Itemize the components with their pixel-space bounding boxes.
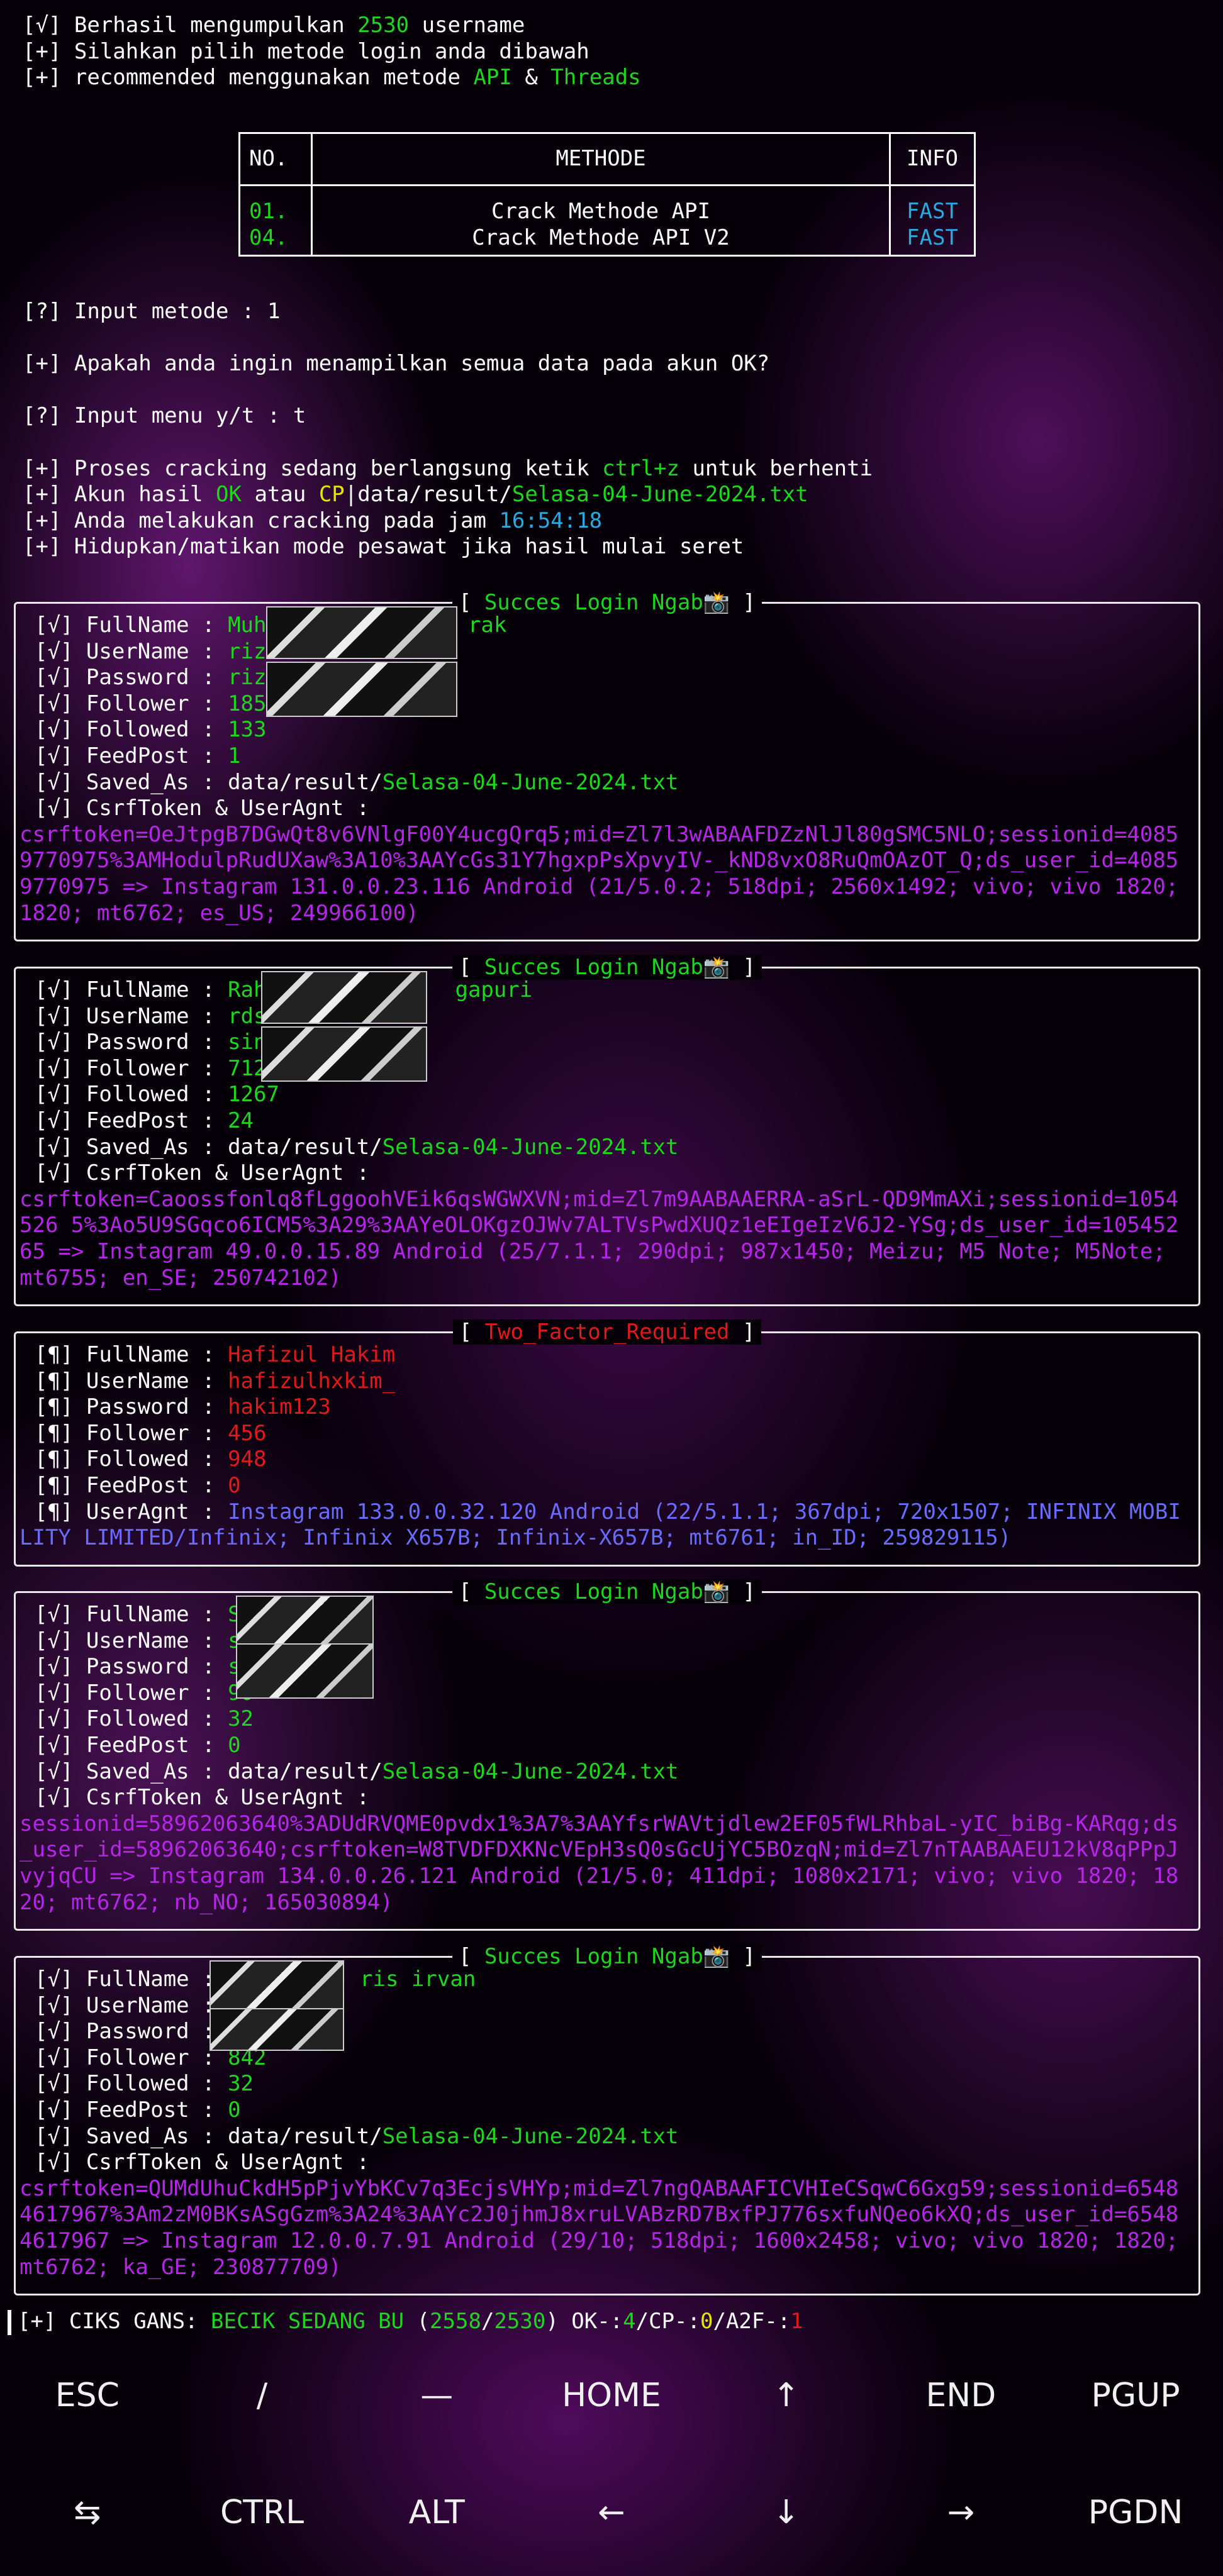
arrow-left-key[interactable]: ← bbox=[527, 2496, 696, 2528]
token-value: csrftoken=OeJtpgB7DGwQt8v6VNlgF00Y4ucgQr… bbox=[20, 821, 1179, 926]
token-label-row: [√] CsrfToken & UserAgnt : bbox=[35, 2150, 370, 2175]
panel-title: [ Two_Factor_Required ] bbox=[16, 1318, 1198, 1346]
terminal-output: [√] Berhasil mengumpulkan 2530 username … bbox=[23, 13, 1205, 91]
feedpost-row: [¶] FeedPost : 0 bbox=[35, 1472, 241, 1498]
airplane-mode-line: [+] Hidupkan/matikan mode pesawat jika h… bbox=[23, 534, 744, 560]
follower-row: [¶] Follower : 456 bbox=[35, 1420, 267, 1446]
pgdn-key[interactable]: PGDN bbox=[1051, 2496, 1220, 2528]
tab-key[interactable]: ⇆ bbox=[3, 2496, 172, 2528]
fullname-row: [√] FullName : Rah gapuri bbox=[35, 977, 533, 1002]
col-info-header: INFO bbox=[889, 132, 976, 186]
followed-row: [√] Followed : 133 bbox=[35, 717, 267, 743]
token-label-row: [√] CsrfToken & UserAgnt : bbox=[35, 796, 370, 821]
success-panel-1: [ Succes Login Ngab📸 ] [√] FullName : Mu… bbox=[14, 590, 1200, 941]
terminal-cursor bbox=[8, 2309, 11, 2335]
method-info: FAST FAST bbox=[889, 184, 976, 257]
panel-title: [ Succes Login Ngab📸 ] bbox=[16, 953, 1198, 981]
arrow-down-key[interactable]: ↓ bbox=[701, 2496, 871, 2528]
method-numbers: 01. 04. bbox=[238, 184, 313, 257]
token-value: csrftoken=QUMdUhuCkdH5pPjvYbKCv7q3EcjsVH… bbox=[20, 2175, 1179, 2280]
username-row: [√] UserName : s bbox=[35, 1628, 241, 1653]
censor-image bbox=[261, 971, 427, 1024]
method-table: NO. METHODE INFO 01. 04. Crack Methode AP… bbox=[238, 132, 976, 257]
token-value: csrftoken=Caoossfonlq8fLggoohVEik6qsWGWX… bbox=[20, 1186, 1179, 1291]
censor-image bbox=[261, 1026, 427, 1082]
password-row: [√] Password : sin bbox=[35, 1030, 267, 1055]
fullname-row: [¶] FullName : Hafizul Hakim bbox=[35, 1342, 396, 1367]
followed-row: [√] Followed : 32 bbox=[35, 2071, 254, 2097]
follower-row: [√] Follower : 90 bbox=[35, 1680, 254, 1706]
result-path-line: [+] Akun hasil OK atau CP|data/result/Se… bbox=[23, 482, 808, 508]
success-panel-4: [ Succes Login Ngab📸 ] [√] FullName : ri… bbox=[14, 1944, 1200, 2296]
token-label-row: [√] CsrfToken & UserAgnt : bbox=[35, 1160, 370, 1186]
panel-title: [ Succes Login Ngab📸 ] bbox=[16, 589, 1198, 616]
pgup-key[interactable]: PGUP bbox=[1051, 2379, 1220, 2411]
saved-row: [√] Saved_As : data/result/Selasa-04-Jun… bbox=[35, 1134, 679, 1160]
status-line: [+] CIKS GANS: BECIK SEDANG BU (2558/253… bbox=[8, 2309, 803, 2335]
time-line: [+] Anda melakukan cracking pada jam 16:… bbox=[23, 508, 603, 533]
username-row: [¶] UserName : hafizulhxkim_ bbox=[35, 1368, 396, 1394]
fullname-row: [√] FullName : Muha rak bbox=[35, 613, 507, 638]
input-metode-line: [?][?] Input metode : 1 bbox=[23, 299, 281, 324]
process-line: [+] Proses cracking sedang berlangsung k… bbox=[23, 455, 873, 481]
username-row: [√] UserName : rizk bbox=[35, 638, 279, 664]
feedpost-row: [√] FeedPost : 0 bbox=[35, 2097, 241, 2123]
choose-method-line: [+] Silahkan pilih metode login anda dib… bbox=[23, 38, 589, 64]
success-panel-2: [ Succes Login Ngab📸 ] [√] FullName : Ra… bbox=[14, 955, 1200, 1306]
slash-key[interactable]: / bbox=[177, 2379, 347, 2411]
followed-row: [¶] Followed : 948 bbox=[35, 1446, 267, 1472]
fullname-row: [√] FullName : S bbox=[35, 1602, 241, 1627]
extra-keys-row-1: ESC / — HOME ↑ END PGUP bbox=[0, 2371, 1223, 2421]
follower-row: [√] Follower : 712 bbox=[35, 1055, 267, 1081]
censor-image bbox=[236, 1643, 374, 1699]
censor-image bbox=[266, 606, 457, 659]
show-all-line: [+] Apakah anda ingin menampilkan semua … bbox=[23, 351, 770, 377]
panel-title: [ Succes Login Ngab📸 ] bbox=[16, 1943, 1198, 1970]
col-no-header: NO. bbox=[238, 132, 313, 186]
extra-keys-row-2: ⇆ CTRL ALT ← ↓ → PGDN bbox=[0, 2488, 1223, 2538]
saved-row: [√] Saved_As : data/result/Selasa-04-Jun… bbox=[35, 1758, 679, 1784]
esc-key[interactable]: ESC bbox=[3, 2379, 172, 2411]
feedpost-row: [√] FeedPost : 0 bbox=[35, 1732, 241, 1758]
method-names: Crack Methode API Crack Methode API V2 bbox=[311, 184, 891, 257]
username-row: [√] UserName : rds bbox=[35, 1003, 267, 1029]
two-factor-panel: [ Two_Factor_Required ] [¶] FullName : H… bbox=[14, 1319, 1200, 1567]
censor-image bbox=[209, 1960, 344, 2013]
useragent-row: [¶] UserAgnt : Instagram 133.0.0.32.120 … bbox=[20, 1499, 1181, 1551]
home-key[interactable]: HOME bbox=[527, 2379, 696, 2411]
end-key[interactable]: END bbox=[876, 2379, 1046, 2411]
censor-image bbox=[236, 1596, 374, 1648]
follower-row: [√] Follower : 185 bbox=[35, 691, 267, 716]
followed-row: [√] Followed : 1267 bbox=[35, 1082, 279, 1108]
arrow-right-key[interactable]: → bbox=[876, 2496, 1046, 2528]
followed-row: [√] Followed : 32 bbox=[35, 1706, 254, 1732]
saved-row: [√] Saved_As : data/result/Selasa-04-Jun… bbox=[35, 2123, 679, 2149]
feedpost-row: [√] FeedPost : 1 bbox=[35, 743, 241, 769]
feedpost-row: [√] FeedPost : 24 bbox=[35, 1108, 254, 1133]
ctrl-key[interactable]: CTRL bbox=[177, 2496, 347, 2528]
saved-row: [√] Saved_As : data/result/Selasa-04-Jun… bbox=[35, 769, 679, 795]
token-value: sessionid=58962063640%3ADUdRVQME0pvdx1%3… bbox=[20, 1811, 1179, 1915]
panel-title: [ Succes Login Ngab📸 ] bbox=[16, 1578, 1198, 1606]
arrow-up-key[interactable]: ↑ bbox=[701, 2379, 871, 2411]
input-menu-line: [?] Input menu y/t : t bbox=[23, 403, 306, 429]
success-panel-3: [ Succes Login Ngab📸 ] [√] FullName : S … bbox=[14, 1579, 1200, 1931]
token-label-row: [√] CsrfToken & UserAgnt : bbox=[35, 1785, 370, 1811]
password-row: [√] Password : rizk bbox=[35, 665, 279, 691]
dash-key[interactable]: — bbox=[352, 2379, 522, 2411]
password-row: [√] Password : s bbox=[35, 1654, 241, 1680]
recommend-line: [+] recommended menggunakan metode API &… bbox=[23, 65, 641, 91]
prompt-output: [?][?] Input metode : 1 [+] Apakah anda … bbox=[23, 299, 1205, 560]
censor-image bbox=[209, 2008, 344, 2051]
censor-image bbox=[266, 662, 457, 717]
collected-line: [√] Berhasil mengumpulkan 2530 username bbox=[23, 13, 525, 38]
alt-key[interactable]: ALT bbox=[352, 2496, 522, 2528]
col-method-header: METHODE bbox=[311, 132, 891, 186]
password-row: [¶] Password : hakim123 bbox=[35, 1394, 331, 1420]
